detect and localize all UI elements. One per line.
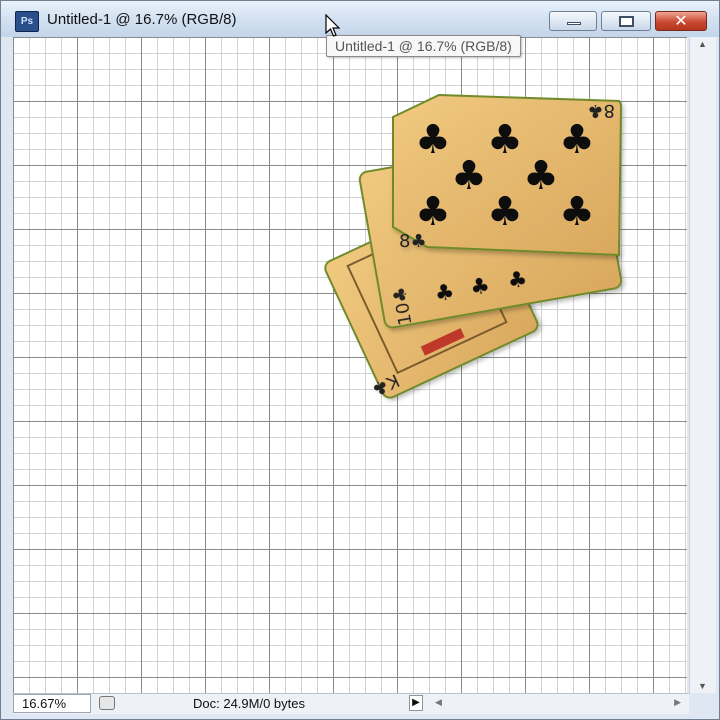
mouse-cursor-icon <box>325 14 341 37</box>
title-bar[interactable]: Ps Untitled-1 @ 16.7% (RGB/8) ✕ <box>1 1 719 37</box>
photoshop-icon[interactable]: Ps <box>15 11 39 32</box>
status-menu-icon[interactable] <box>99 696 115 710</box>
card-eight-clubs: 8♣ 8♣ ♣ ♣ ♣ ♣ ♣ ♣ ♣ ♣ <box>392 93 623 257</box>
maximize-icon <box>619 16 634 27</box>
status-play-icon[interactable]: ▶ <box>409 695 423 711</box>
close-button[interactable]: ✕ <box>655 11 707 31</box>
vertical-scrollbar[interactable]: ▲ ▼ <box>689 37 716 693</box>
zoom-field[interactable]: 16.67% <box>13 694 91 713</box>
maximize-button[interactable] <box>601 11 651 31</box>
scroll-down-icon[interactable]: ▼ <box>698 681 707 691</box>
document-window: Ps Untitled-1 @ 16.7% (RGB/8) ✕ K♣ 10♣ ♣… <box>0 0 720 720</box>
minimize-button[interactable] <box>549 11 597 31</box>
document-canvas[interactable]: K♣ 10♣ ♣ ♣ ♣ 8♣ 8♣ ♣ ♣ ♣ ♣ ♣ ♣ ♣ ♣ <box>13 37 687 693</box>
minimize-icon <box>567 22 581 25</box>
cards-artwork: K♣ 10♣ ♣ ♣ ♣ 8♣ 8♣ ♣ ♣ ♣ ♣ ♣ ♣ ♣ ♣ <box>324 93 623 400</box>
svg-text:♣: ♣ <box>523 153 559 199</box>
title-tooltip: Untitled-1 @ 16.7% (RGB/8) <box>326 35 521 57</box>
svg-text:♣: ♣ <box>415 117 451 163</box>
scroll-right-icon[interactable]: ▶ <box>674 697 681 708</box>
svg-text:♣: ♣ <box>559 117 595 163</box>
svg-text:♣: ♣ <box>487 189 523 235</box>
doc-info: Doc: 24.9M/0 bytes <box>193 696 305 711</box>
scroll-left-icon[interactable]: ◀ <box>435 697 442 708</box>
horizontal-scrollbar[interactable]: ◀ ▶ <box>431 694 689 713</box>
status-bar: 16.67% Doc: 24.9M/0 bytes ▶ ◀ ▶ <box>13 693 689 714</box>
window-title: Untitled-1 @ 16.7% (RGB/8) <box>47 11 237 28</box>
svg-text:♣: ♣ <box>415 189 451 235</box>
svg-text:♣: ♣ <box>451 153 487 199</box>
svg-text:♣: ♣ <box>487 117 523 163</box>
close-icon: ✕ <box>674 11 688 30</box>
svg-text:♣: ♣ <box>559 189 595 235</box>
scroll-up-icon[interactable]: ▲ <box>698 39 707 49</box>
